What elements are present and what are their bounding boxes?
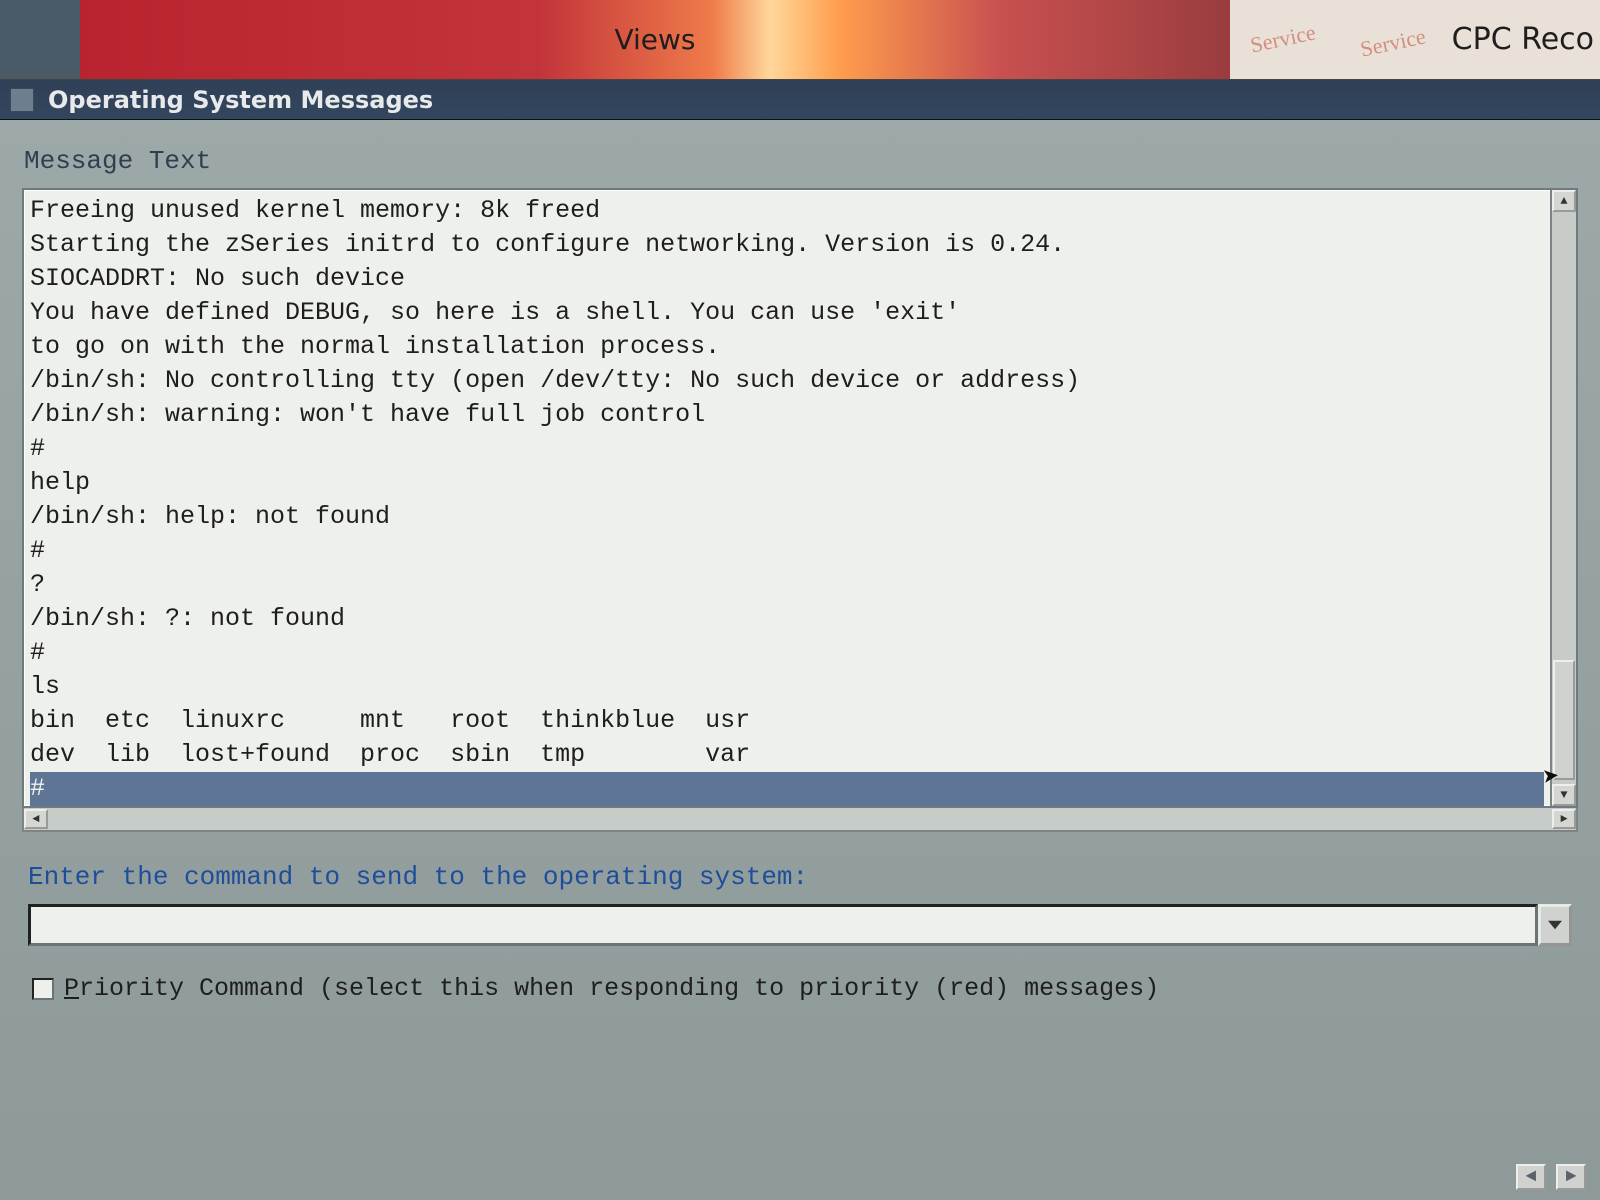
top-left-spacer: [0, 0, 80, 79]
scroll-track[interactable]: [1552, 212, 1576, 784]
message-line[interactable]: #: [30, 534, 1544, 568]
vertical-scrollbar[interactable]: ▲ ▼: [1550, 190, 1576, 806]
scroll-thumb[interactable]: [1553, 660, 1575, 780]
message-line[interactable]: /bin/sh: help: not found: [30, 500, 1544, 534]
scroll-left-button[interactable]: ◄: [24, 809, 48, 829]
nav-next-button[interactable]: ►: [1556, 1164, 1586, 1190]
views-tab[interactable]: Views: [80, 0, 1230, 79]
page-nav-arrows: ◄ ►: [1516, 1164, 1586, 1190]
message-text-area[interactable]: Freeing unused kernel memory: 8k freedSt…: [24, 190, 1550, 806]
message-line[interactable]: bin etc linuxrc mnt root thinkblue usr: [30, 704, 1544, 738]
message-text-heading: Message Text: [24, 146, 1578, 176]
cpc-recovery-tab[interactable]: Service Service CPC Reco: [1230, 0, 1600, 79]
command-entry-label: Enter the command to send to the operati…: [28, 862, 1578, 892]
scroll-down-button[interactable]: ▼: [1552, 784, 1576, 806]
hscroll-track[interactable]: [48, 808, 1552, 830]
window-title: Operating System Messages: [48, 86, 433, 114]
message-text-panel: Freeing unused kernel memory: 8k freedSt…: [22, 188, 1578, 808]
views-label: Views: [614, 23, 695, 56]
message-line[interactable]: /bin/sh: warning: won't have full job co…: [30, 398, 1544, 432]
message-line[interactable]: Starting the zSeries initrd to configure…: [30, 228, 1544, 262]
horizontal-scrollbar[interactable]: ◄ ►: [22, 808, 1578, 832]
message-line[interactable]: #: [30, 636, 1544, 670]
client-area: Message Text Freeing unused kernel memor…: [0, 120, 1600, 1200]
window-title-bar: Operating System Messages: [0, 80, 1600, 120]
nav-prev-button[interactable]: ◄: [1516, 1164, 1546, 1190]
message-line[interactable]: to go on with the normal installation pr…: [30, 330, 1544, 364]
command-entry-row: [28, 904, 1572, 946]
message-line[interactable]: SIOCADDRT: No such device: [30, 262, 1544, 296]
message-line[interactable]: help: [30, 466, 1544, 500]
priority-command-checkbox[interactable]: [32, 978, 54, 1000]
service-watermark-icon: Service: [1248, 19, 1318, 58]
chevron-down-icon: [1548, 920, 1562, 930]
message-line[interactable]: You have defined DEBUG, so here is a she…: [30, 296, 1544, 330]
command-input[interactable]: [28, 904, 1538, 946]
scroll-right-button[interactable]: ►: [1552, 809, 1576, 829]
message-line[interactable]: Freeing unused kernel memory: 8k freed: [30, 194, 1544, 228]
window-icon: [10, 88, 34, 112]
message-line[interactable]: /bin/sh: ?: not found: [30, 602, 1544, 636]
message-line[interactable]: #: [30, 432, 1544, 466]
cpc-reco-label: CPC Reco: [1452, 22, 1594, 57]
message-line[interactable]: /bin/sh: No controlling tty (open /dev/t…: [30, 364, 1544, 398]
service-watermark-icon: Service: [1358, 23, 1428, 62]
priority-command-label: Priority Command (select this when respo…: [64, 974, 1159, 1003]
scroll-up-button[interactable]: ▲: [1552, 190, 1576, 212]
message-line[interactable]: ?: [30, 568, 1544, 602]
message-line-selected[interactable]: #: [30, 772, 1544, 806]
priority-command-row: Priority Command (select this when respo…: [32, 974, 1578, 1003]
message-line[interactable]: ls: [30, 670, 1544, 704]
message-line[interactable]: dev lib lost+found proc sbin tmp var: [30, 738, 1544, 772]
command-history-dropdown[interactable]: [1538, 904, 1572, 946]
top-toolbar: Views Service Service CPC Reco: [0, 0, 1600, 80]
